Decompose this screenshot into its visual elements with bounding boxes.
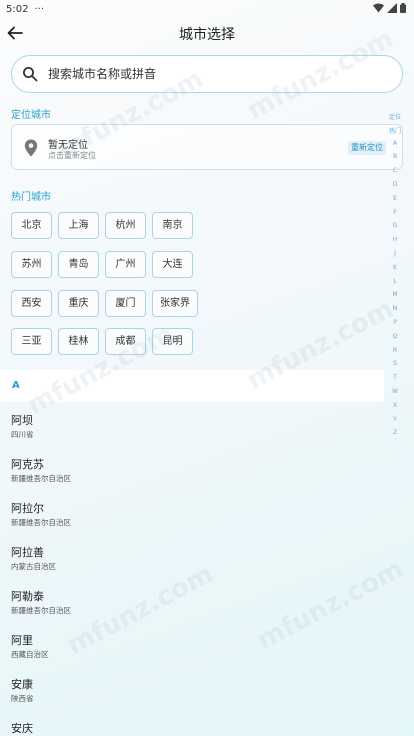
index-letter[interactable]: X: [382, 402, 408, 409]
index-letter[interactable]: Y: [382, 416, 408, 423]
city-list-item[interactable]: 阿里 西藏自治区: [0, 622, 384, 666]
hot-city-button[interactable]: 青岛: [58, 251, 99, 278]
city-list-item[interactable]: 阿拉尔新疆维吾尔自治区: [0, 490, 384, 534]
status-bar: 5:02 ···: [0, 0, 414, 18]
hot-city-button[interactable]: 南京: [152, 212, 193, 239]
city-list-item[interactable]: 阿克苏新疆维吾尔自治区: [0, 446, 384, 490]
wifi-icon: [373, 3, 384, 13]
index-letter[interactable]: 热门: [382, 126, 408, 135]
hot-city-button[interactable]: 重庆: [58, 290, 99, 317]
location-hint: 点击重新定位: [48, 151, 96, 160]
page-title: 城市选择: [179, 27, 235, 43]
city-name: 阿拉善: [11, 546, 44, 559]
status-time: 5:02: [6, 3, 29, 15]
index-letter[interactable]: M: [382, 291, 408, 298]
city-name: 阿坝: [11, 414, 33, 427]
location-card[interactable]: 暂无定位 点击重新定位 重新定位: [11, 124, 403, 170]
city-list-item[interactable]: 安康 陕西省: [0, 666, 384, 710]
city-name: 安庆: [11, 722, 33, 735]
hot-city-button[interactable]: 杭州: [105, 212, 146, 239]
city-name: 阿勒泰: [11, 590, 44, 603]
hot-section-label: 热门城市: [11, 192, 51, 203]
city-name: 阿里: [11, 634, 33, 647]
hot-city-button[interactable]: 厦门: [105, 290, 146, 317]
hot-city-button[interactable]: 西安: [11, 290, 52, 317]
city-province: 新疆维吾尔自治区: [11, 606, 71, 615]
status-icons: [373, 3, 406, 13]
hot-city-button[interactable]: 苏州: [11, 251, 52, 278]
index-letter[interactable]: A: [382, 140, 408, 147]
index-letter[interactable]: N: [382, 305, 408, 312]
search-box[interactable]: [11, 55, 403, 93]
location-status: 暂无定位: [48, 140, 88, 151]
city-province: 内蒙古自治区: [11, 562, 56, 571]
search-input[interactable]: [48, 67, 368, 81]
location-section-label: 定位城市: [11, 110, 51, 121]
battery-icon: [400, 3, 406, 13]
location-pin-icon: [24, 139, 38, 157]
status-notification-dots: ···: [34, 3, 45, 15]
hot-city-button[interactable]: 上海: [58, 212, 99, 239]
index-letter[interactable]: F: [382, 209, 408, 216]
search-icon: [23, 67, 38, 82]
index-letter[interactable]: T: [382, 374, 408, 381]
app-bar: 城市选择: [0, 18, 414, 48]
index-letter[interactable]: D: [382, 181, 408, 188]
hot-city-button[interactable]: 大连: [152, 251, 193, 278]
city-list-item[interactable]: 安庆: [0, 710, 384, 736]
index-letter[interactable]: P: [382, 319, 408, 326]
hot-city-button[interactable]: 成都: [105, 328, 146, 355]
city-name: 阿克苏: [11, 458, 44, 471]
city-list-item[interactable]: 阿坝 四川省: [0, 402, 384, 446]
city-list-item[interactable]: 阿勒泰新疆维吾尔自治区: [0, 578, 384, 622]
index-letter[interactable]: R: [382, 347, 408, 354]
index-letter[interactable]: L: [382, 278, 408, 285]
hot-city-button[interactable]: 广州: [105, 251, 146, 278]
index-letter[interactable]: H: [382, 236, 408, 243]
city-province: 陕西省: [11, 694, 34, 703]
city-name: 安康: [11, 678, 33, 691]
city-province: 西藏自治区: [11, 650, 49, 659]
index-letter[interactable]: E: [382, 195, 408, 202]
city-province: 新疆维吾尔自治区: [11, 518, 71, 527]
index-letter[interactable]: W: [382, 388, 408, 395]
index-letter[interactable]: G: [382, 222, 408, 229]
letter-header: A: [0, 370, 384, 402]
index-letter[interactable]: Q: [382, 333, 408, 340]
hot-city-button[interactable]: 北京: [11, 212, 52, 239]
index-letter[interactable]: Z: [382, 429, 408, 436]
hot-city-button[interactable]: 三亚: [11, 328, 52, 355]
city-name: 阿拉尔: [11, 502, 44, 515]
index-letter[interactable]: C: [382, 167, 408, 174]
index-letter[interactable]: K: [382, 264, 408, 271]
hot-city-button[interactable]: 张家界: [152, 290, 198, 317]
index-letter[interactable]: B: [382, 153, 408, 160]
city-province: 四川省: [11, 430, 34, 439]
hot-city-button[interactable]: 昆明: [152, 328, 193, 355]
signal-icon: [387, 3, 397, 13]
index-letter[interactable]: 定位: [382, 112, 408, 121]
relocate-button[interactable]: 重新定位: [348, 141, 386, 155]
hot-city-button[interactable]: 桂林: [58, 328, 99, 355]
city-list-item[interactable]: 阿拉善 内蒙古自治区: [0, 534, 384, 578]
index-letter[interactable]: S: [382, 360, 408, 367]
city-province: 新疆维吾尔自治区: [11, 474, 71, 483]
index-letter[interactable]: J: [382, 250, 408, 257]
